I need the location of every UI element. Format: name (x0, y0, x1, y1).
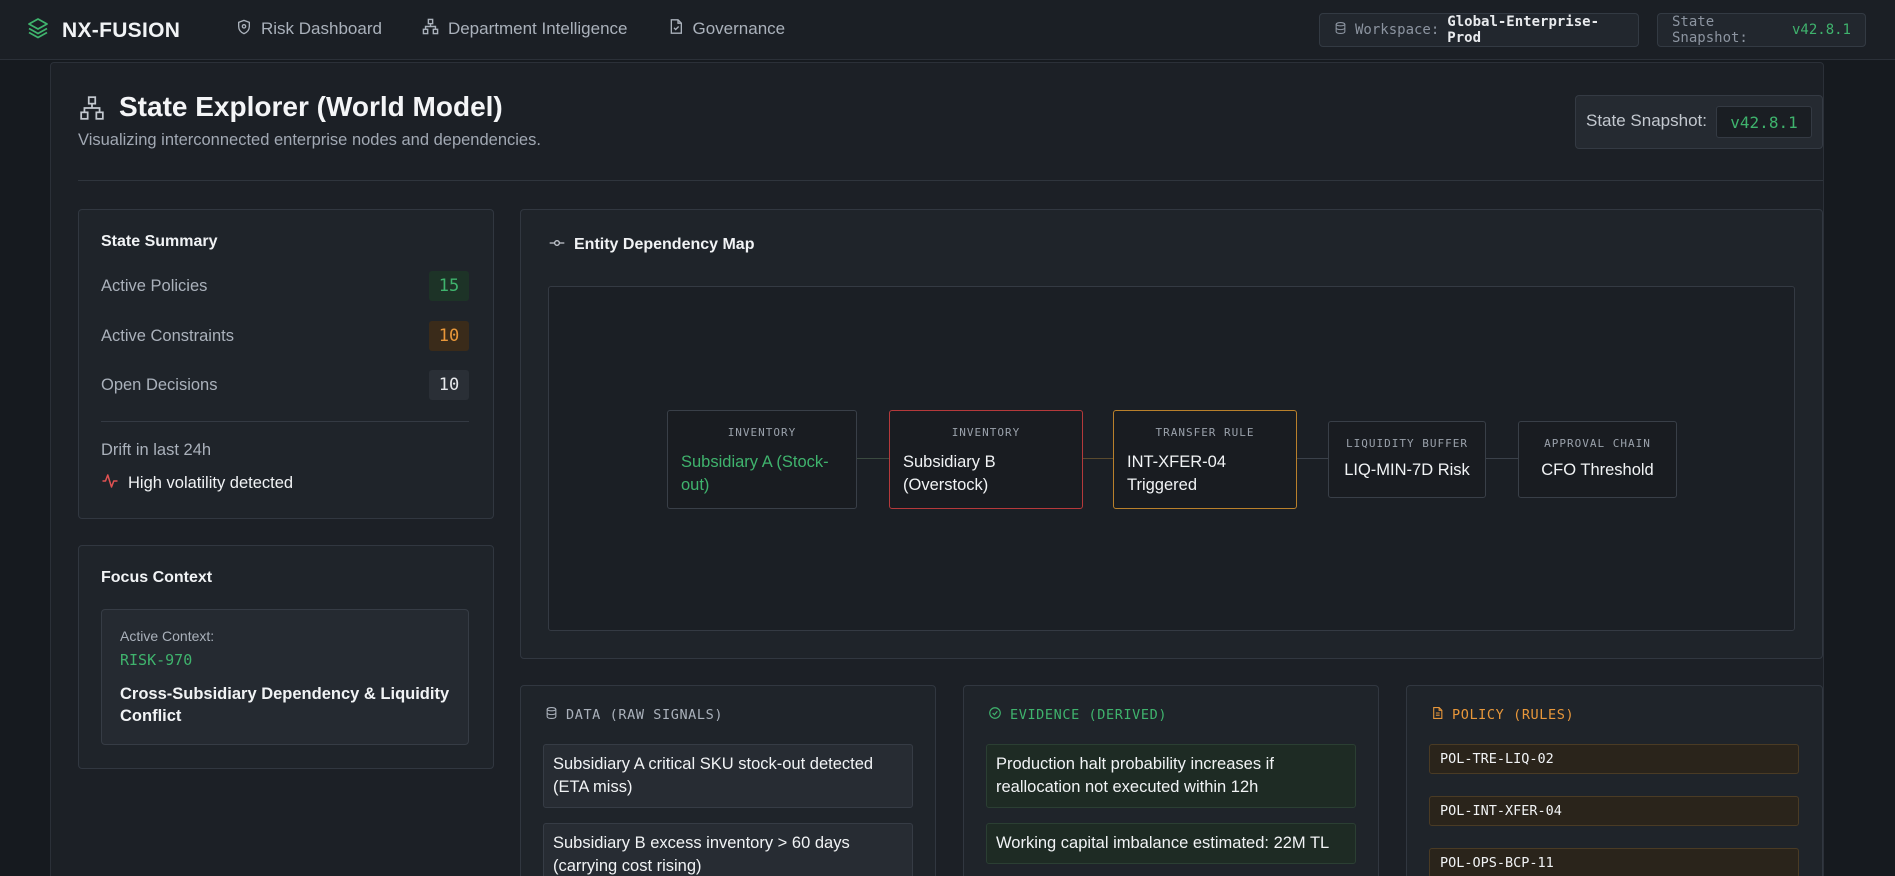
graph-node-liquidity-buffer[interactable]: LIQUIDITY BUFFER LIQ-MIN-7D Risk (1328, 421, 1486, 498)
snapshot-indicator: State Snapshot: v42.8.1 (1657, 13, 1866, 47)
snapshot-version: v42.8.1 (1791, 22, 1851, 38)
stat-label: Active Constraints (101, 326, 234, 345)
graph-node-approval-chain[interactable]: APPROVAL CHAIN CFO Threshold (1518, 421, 1677, 498)
page-title: State Explorer (World Model) (119, 91, 503, 122)
node-type: LIQUIDITY BUFFER (1346, 437, 1468, 450)
edge-connector (1296, 458, 1329, 459)
node-name: CFO Threshold (1541, 461, 1654, 479)
database-icon (1334, 21, 1347, 39)
policy-item[interactable]: POL-TRE-LIQ-02 (1429, 744, 1799, 774)
node-name: Subsidiary B (Overstock) (903, 453, 996, 494)
data-title: DATA (RAW SIGNALS) (566, 707, 724, 723)
org-chart-icon (422, 18, 439, 40)
card-title: Focus Context (101, 569, 213, 586)
activity-pulse-icon (101, 472, 119, 495)
policy-item[interactable]: POL-OPS-BCP-11 (1429, 848, 1799, 876)
stat-label: Open Decisions (101, 375, 218, 394)
nav-label: Department Intelligence (447, 19, 628, 38)
nav-label: Governance (692, 19, 786, 38)
graph-node-subsidiary-b[interactable]: INVENTORY Subsidiary B (Overstock) (889, 410, 1083, 509)
app-name: NX-FUSION (62, 18, 181, 42)
snapshot-label: State Snapshot: (1672, 14, 1748, 46)
edge-connector (856, 458, 890, 459)
stat-open-decisions[interactable]: Open Decisions 10 (101, 370, 469, 400)
active-context-description: Cross-Subsidiary Dependency & Liquidity … (120, 685, 450, 725)
commit-node-icon (549, 236, 565, 254)
check-circle-icon (988, 706, 1002, 724)
stat-value: 10 (429, 370, 469, 400)
graph-node-subsidiary-a[interactable]: INVENTORY Subsidiary A (Stock-out) (667, 410, 857, 509)
dependency-graph: INVENTORY Subsidiary A (Stock-out) INVEN… (548, 286, 1795, 631)
document-check-icon (668, 18, 684, 40)
evidence-item[interactable]: Production halt probability increases if… (986, 744, 1356, 808)
data-raw-signals-card: DATA (RAW SIGNALS) Subsidiary A critical… (520, 685, 936, 876)
active-context-box[interactable]: Active Context: RISK-970 Cross-Subsidiar… (101, 609, 469, 745)
card-title: State Summary (101, 233, 218, 250)
node-name: LIQ-MIN-7D Risk (1344, 461, 1470, 479)
evidence-header: EVIDENCE (DERIVED) (988, 706, 1167, 724)
policy-title: POLICY (RULES) (1452, 707, 1575, 723)
entity-dependency-map-card: Entity Dependency Map INVENTORY Subsidia… (520, 209, 1823, 659)
node-name: Subsidiary A (Stock-out) (681, 453, 829, 494)
state-summary-card: State Summary Active Policies 15 Active … (78, 209, 494, 519)
node-type: INVENTORY (951, 426, 1021, 439)
summary-divider (101, 421, 469, 422)
drift-status: High volatility detected (101, 472, 293, 495)
state-snapshot-box: State Snapshot: v42.8.1 (1575, 95, 1823, 149)
brand[interactable]: NX-FUSION (26, 16, 180, 45)
layers-logo-icon (26, 16, 50, 45)
workspace-selector[interactable]: Workspace: Global-Enterprise-Prod (1319, 13, 1639, 47)
state-snapshot-version: v42.8.1 (1716, 106, 1812, 138)
drift-label: Drift in last 24h (101, 441, 212, 459)
stat-active-policies[interactable]: Active Policies 15 (101, 271, 469, 301)
database-icon (545, 706, 558, 724)
evidence-derived-card: EVIDENCE (DERIVED) Production halt proba… (963, 685, 1379, 876)
evidence-item[interactable]: Working capital imbalance estimated: 22M… (986, 823, 1356, 864)
drift-status-text: High volatility detected (128, 474, 294, 492)
workspace-label: Workspace: (1355, 22, 1440, 38)
active-context-id: RISK-970 (120, 651, 193, 669)
data-header: DATA (RAW SIGNALS) (545, 706, 723, 724)
main-nav: Risk Dashboard Department Intelligence G… (236, 18, 785, 40)
edge-connector (1486, 458, 1519, 459)
page-subtitle: Visualizing interconnected enterprise no… (78, 131, 541, 149)
edge-connector (1082, 458, 1113, 459)
stat-value: 15 (429, 271, 469, 301)
active-context-label: Active Context: (120, 628, 215, 644)
stat-value: 10 (429, 321, 469, 351)
node-type: INVENTORY (727, 426, 797, 439)
signal-item[interactable]: Subsidiary A critical SKU stock-out dete… (543, 744, 913, 808)
map-header: Entity Dependency Map (549, 236, 754, 254)
graph-node-transfer-rule[interactable]: TRANSFER RULE INT-XFER-04 Triggered (1113, 410, 1297, 509)
workspace-value: Global-Enterprise-Prod (1447, 14, 1600, 46)
node-type: APPROVAL CHAIN (1544, 437, 1651, 450)
shield-icon (236, 19, 252, 40)
state-explorer-panel: State Explorer (World Model) Visualizing… (50, 62, 1824, 876)
nav-item-department-intelligence[interactable]: Department Intelligence (422, 18, 628, 40)
nav-item-governance[interactable]: Governance (668, 18, 786, 40)
signal-item[interactable]: Subsidiary B excess inventory > 60 days … (543, 823, 913, 876)
document-icon (1431, 706, 1444, 724)
nav-label: Risk Dashboard (261, 19, 382, 38)
policy-item[interactable]: POL-INT-XFER-04 (1429, 796, 1799, 826)
map-title: Entity Dependency Map (574, 236, 755, 253)
header-divider (78, 180, 1823, 181)
policy-header: POLICY (RULES) (1431, 706, 1574, 724)
hierarchy-icon (79, 95, 105, 126)
evidence-title: EVIDENCE (DERIVED) (1010, 707, 1168, 723)
top-navigation-bar: NX-FUSION Risk Dashboard Department Inte… (0, 0, 1895, 60)
node-type: TRANSFER RULE (1155, 426, 1255, 439)
stat-active-constraints[interactable]: Active Constraints 10 (101, 321, 469, 351)
stat-label: Active Policies (101, 276, 208, 295)
node-name: INT-XFER-04 Triggered (1127, 453, 1227, 494)
nav-item-risk-dashboard[interactable]: Risk Dashboard (236, 18, 382, 40)
policy-rules-card: POLICY (RULES) POL-TRE-LIQ-02 POL-INT-XF… (1406, 685, 1823, 876)
state-snapshot-label: State Snapshot: (1586, 111, 1707, 130)
focus-context-card: Focus Context Active Context: RISK-970 C… (78, 545, 494, 769)
